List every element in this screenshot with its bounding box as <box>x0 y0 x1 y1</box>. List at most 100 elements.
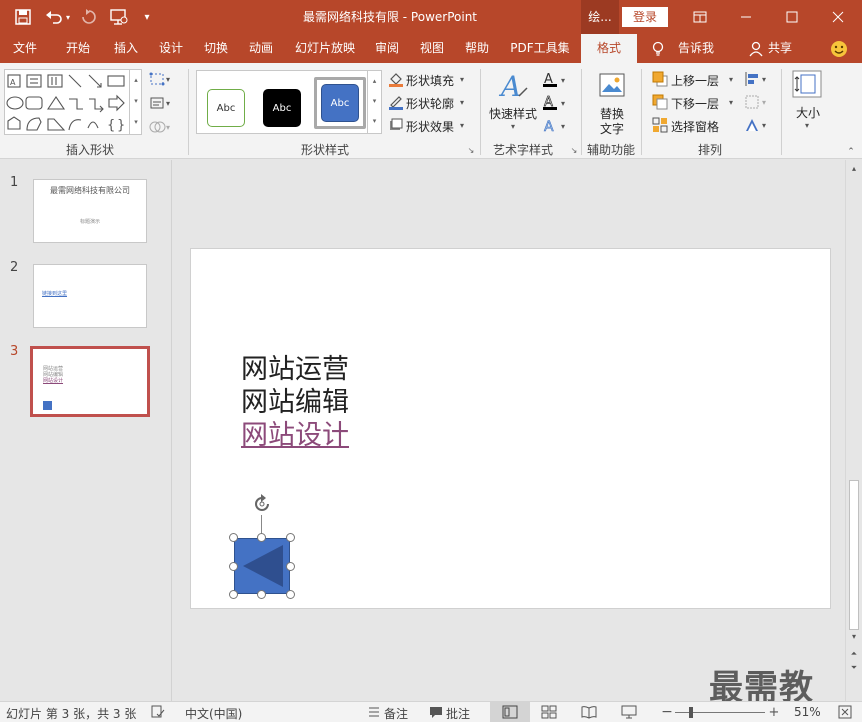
send-backward-icon[interactable] <box>651 94 669 110</box>
maximize-icon[interactable] <box>782 8 802 26</box>
slide-thumbnail-2[interactable]: 链接到这里 <box>33 264 147 328</box>
send-backward-button[interactable]: 下移一层 <box>671 95 719 112</box>
vertical-scrollbar[interactable]: ▴ ▾ ⏶ ⏷ <box>845 160 862 701</box>
size-icon[interactable] <box>790 69 824 99</box>
tab-insert[interactable]: 插入 <box>106 34 146 63</box>
ribbon-display-options-icon[interactable] <box>690 8 710 26</box>
rotate-icon[interactable]: ▾ <box>744 117 770 133</box>
next-slide-icon[interactable]: ⏷ <box>847 662 861 674</box>
text-effects-icon[interactable]: A ▾ <box>542 117 568 135</box>
shape-outline-button[interactable]: 形状轮廓 <box>406 95 454 112</box>
slide-thumbnail-1[interactable]: 最需网络科技有限公司 标题演示 <box>33 179 147 243</box>
share-button[interactable]: 共享 <box>764 34 796 63</box>
resize-handle-s[interactable] <box>257 590 266 599</box>
reading-view-icon[interactable] <box>580 704 598 720</box>
resize-handle-ne[interactable] <box>286 533 295 542</box>
rotate-handle-icon[interactable] <box>251 493 273 515</box>
drawing-tools-tab[interactable]: 绘... <box>581 0 619 34</box>
fit-slide-icon[interactable] <box>836 704 854 720</box>
comments-icon[interactable] <box>428 704 444 720</box>
text-line-3-hyperlink[interactable]: 网站设计 <box>241 419 349 452</box>
normal-view-icon[interactable] <box>490 702 530 722</box>
start-from-beginning-icon[interactable] <box>108 8 130 26</box>
save-icon[interactable] <box>14 8 32 26</box>
shape-outline-icon[interactable] <box>388 94 404 110</box>
bring-forward-button[interactable]: 上移一层 <box>671 72 719 89</box>
scroll-thumb[interactable] <box>849 480 859 630</box>
tab-home[interactable]: 开始 <box>58 34 98 63</box>
previous-slide-icon[interactable]: ⏶ <box>847 648 861 660</box>
minimize-icon[interactable] <box>736 8 756 26</box>
resize-handle-nw[interactable] <box>229 533 238 542</box>
bring-forward-icon[interactable] <box>651 71 669 87</box>
shapes-gallery-scroll[interactable]: ▴ ▾ ▾ <box>129 70 142 134</box>
shape-styles-scroll[interactable]: ▴ ▾ ▾ <box>367 71 381 133</box>
shape-effects-button[interactable]: 形状效果 <box>406 118 454 135</box>
merge-shapes-icon[interactable]: ▾ <box>148 119 174 135</box>
lightbulb-icon[interactable] <box>650 40 666 58</box>
undo-icon[interactable] <box>44 8 64 26</box>
slide-sorter-view-icon[interactable] <box>540 704 558 720</box>
customize-qat-icon[interactable]: ▾ <box>140 9 154 25</box>
zoom-slider-thumb[interactable] <box>689 707 693 718</box>
wordart-launcher-icon[interactable]: ↘ <box>569 145 579 155</box>
selected-action-button-shape[interactable] <box>234 538 290 594</box>
tab-help[interactable]: 帮助 <box>457 34 497 63</box>
share-person-icon[interactable] <box>748 40 764 58</box>
alt-text-icon[interactable] <box>597 71 627 99</box>
align-icon[interactable]: ▾ <box>744 71 770 87</box>
shape-fill-button[interactable]: 形状填充 <box>406 72 454 89</box>
tab-format[interactable]: 格式 <box>581 34 637 63</box>
alt-text-button-line2[interactable]: 文字 <box>600 120 624 137</box>
notes-icon[interactable] <box>366 704 382 720</box>
tab-pdf-tools[interactable]: PDF工具集 <box>505 34 575 63</box>
shape-styles-gallery[interactable]: Abc Abc Abc ▴ ▾ ▾ <box>196 70 382 134</box>
resize-handle-e[interactable] <box>286 562 295 571</box>
resize-handle-sw[interactable] <box>229 590 238 599</box>
size-dropdown-icon[interactable]: ▾ <box>803 120 811 130</box>
zoom-out-icon[interactable]: − <box>661 704 673 720</box>
shape-effects-icon[interactable] <box>388 117 404 133</box>
login-button[interactable]: 登录 <box>622 7 668 27</box>
shape-fill-icon[interactable] <box>388 71 404 87</box>
shape-fill-dropdown-icon[interactable]: ▾ <box>458 73 466 85</box>
style-outline-green[interactable]: Abc <box>207 89 245 127</box>
wordart-quick-styles-icon[interactable]: A <box>496 69 530 103</box>
wordart-quick-dropdown-icon[interactable]: ▾ <box>509 121 517 131</box>
zoom-in-icon[interactable]: + <box>768 704 780 720</box>
slide-canvas[interactable]: 网站运营 网站编辑 网站设计 <box>190 248 831 609</box>
tab-animations[interactable]: 动画 <box>241 34 281 63</box>
shape-outline-dropdown-icon[interactable]: ▾ <box>458 96 466 108</box>
selection-pane-icon[interactable] <box>651 117 669 133</box>
zoom-level[interactable]: 51% <box>794 705 821 719</box>
shape-effects-dropdown-icon[interactable]: ▾ <box>458 119 466 131</box>
group-objects-icon[interactable]: ▾ <box>744 94 770 110</box>
tab-transitions[interactable]: 切换 <box>196 34 236 63</box>
edit-shape-icon[interactable]: ▾ <box>148 71 174 87</box>
selection-pane-button[interactable]: 选择窗格 <box>671 118 719 135</box>
wordart-quick-styles-button[interactable]: 快速样式 <box>489 105 537 122</box>
close-icon[interactable] <box>828 8 848 26</box>
scroll-down-icon[interactable]: ▾ <box>847 630 861 642</box>
shapes-gallery[interactable]: A { } ▴ ▾ ▾ <box>4 69 142 135</box>
scroll-up-icon[interactable]: ▴ <box>847 162 861 174</box>
resize-handle-se[interactable] <box>286 590 295 599</box>
tell-me-search[interactable]: 告诉我 <box>672 34 720 63</box>
smiley-icon[interactable] <box>829 39 849 59</box>
resize-handle-w[interactable] <box>229 562 238 571</box>
tab-slideshow[interactable]: 幻灯片放映 <box>290 34 360 63</box>
send-backward-dropdown-icon[interactable]: ▾ <box>727 96 735 108</box>
text-line-2[interactable]: 网站编辑 <box>241 386 349 419</box>
draw-textbox-icon[interactable]: ▾ <box>148 95 174 111</box>
language-status[interactable]: 中文(中国) <box>185 705 242 722</box>
slideshow-view-icon[interactable] <box>620 704 638 720</box>
text-line-1[interactable]: 网站运营 <box>241 353 349 386</box>
tab-review[interactable]: 审阅 <box>367 34 407 63</box>
slide-thumbnail-3-selected[interactable]: 网站运营 网站编辑 网站设计 <box>30 346 150 417</box>
text-fill-icon[interactable]: A ▾ <box>542 71 568 89</box>
bring-forward-dropdown-icon[interactable]: ▾ <box>727 73 735 85</box>
tab-file[interactable]: 文件 <box>6 34 44 63</box>
style-filled-black[interactable]: Abc <box>263 89 301 127</box>
undo-dropdown-icon[interactable]: ▾ <box>64 10 72 24</box>
redo-icon[interactable] <box>80 8 98 26</box>
